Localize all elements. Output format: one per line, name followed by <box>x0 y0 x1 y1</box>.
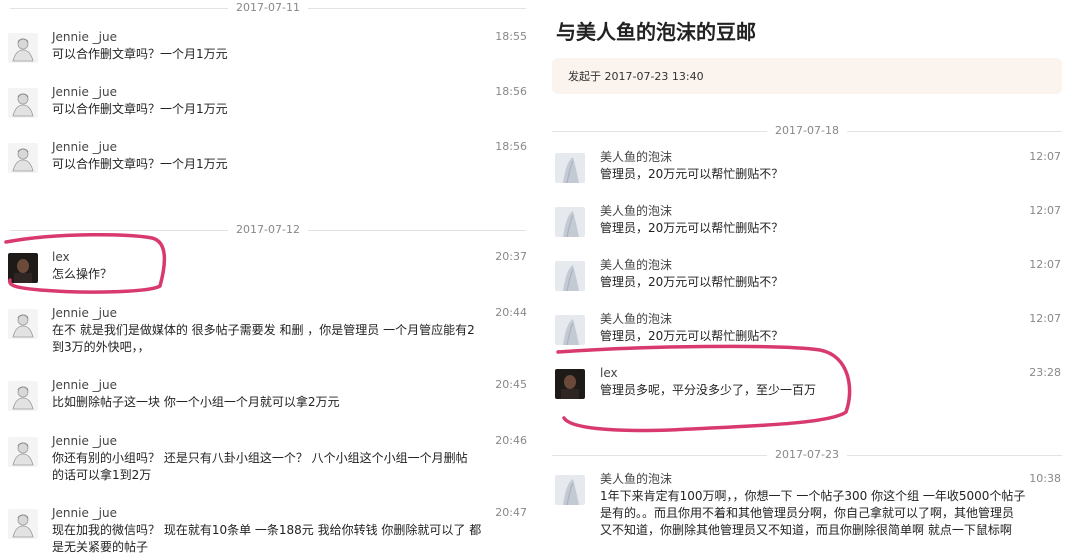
message-text-line: 是无关紧要的帖子 <box>52 540 149 553</box>
left-conversation-panel: 2017-07-11 Jennie _jue 18:55 可以合作删文章吗？一个月1万… <box>0 0 536 553</box>
user-avatar[interactable] <box>8 143 38 173</box>
message-text-line: 你还有别的小组吗？ 还是只有八卦小组这一个？ 八个小组这个小组一个月删帖 <box>52 451 468 465</box>
message-time: 20:45 <box>495 378 527 391</box>
message-time: 18:56 <box>495 140 527 153</box>
message-text-line: 可以合作删文章吗？一个月1万元 <box>52 102 228 116</box>
sender-name[interactable]: Jennie _jue <box>52 377 117 393</box>
started-time-text: 发起于 2017-07-23 13:40 <box>568 70 704 83</box>
sender-name[interactable]: Jennie _jue <box>52 84 117 100</box>
date-separator: 2017-07-11 <box>10 0 526 16</box>
message-text-line: 到3万的外快吧，， <box>52 340 150 354</box>
message-text-line: 是有的。。而且你用不着和其他管理员分啊，你自己拿就可以了啊，其他管理员 <box>600 506 1015 520</box>
date-label: 2017-07-18 <box>767 123 847 139</box>
sender-name[interactable]: Jennie _jue <box>52 305 117 321</box>
user-avatar[interactable] <box>555 207 585 237</box>
message-text-line: 在不 就是我们是做媒体的 很多帖子需要发 和删 ，你是管理员 一个月管应能有2 <box>52 323 475 337</box>
message-time: 23:28 <box>1029 366 1061 379</box>
message-time: 12:07 <box>1029 204 1061 217</box>
date-label: 2017-07-11 <box>228 0 308 16</box>
user-avatar[interactable] <box>8 309 38 339</box>
message-text-line: 管理员，20万元可以帮忙删贴不？ <box>600 329 784 343</box>
message-time: 12:07 <box>1029 258 1061 271</box>
sender-name[interactable]: 美人鱼的泡沫 <box>600 311 672 327</box>
message-time: 18:56 <box>495 85 527 98</box>
message-text-line: 怎么操作？ <box>52 267 113 281</box>
sender-name[interactable]: lex <box>600 365 618 381</box>
conversation-start-info: 发起于 2017-07-23 13:40 <box>552 58 1062 94</box>
user-avatar[interactable] <box>555 261 585 291</box>
message-time: 20:46 <box>495 434 527 447</box>
sender-name[interactable]: Jennie _jue <box>52 29 117 45</box>
user-avatar[interactable] <box>555 369 585 399</box>
message-time: 20:37 <box>495 250 527 263</box>
user-avatar[interactable] <box>555 153 585 183</box>
date-label: 2017-07-12 <box>228 222 308 238</box>
message-text-line: 管理员，20万元可以帮忙删贴不？ <box>600 275 784 289</box>
date-separator: 2017-07-23 <box>552 447 1062 463</box>
user-avatar[interactable] <box>555 475 585 505</box>
message-text-line: 比如删除帖子这一块 你一个小组一个月就可以拿2万元 <box>52 395 340 409</box>
user-avatar[interactable] <box>8 509 38 539</box>
sender-name[interactable]: 美人鱼的泡沫 <box>600 203 672 219</box>
sender-name[interactable]: 美人鱼的泡沫 <box>600 471 672 487</box>
message-time: 20:47 <box>495 506 527 519</box>
message-text-line: 1年下来肯定有100万啊，，你想一下 一个帖子300 你这个组 一年收5000个… <box>600 489 1026 503</box>
message-text-line: 管理员，20万元可以帮忙删贴不？ <box>600 221 784 235</box>
message-time: 18:55 <box>495 30 527 43</box>
user-avatar[interactable] <box>8 253 38 283</box>
message-time: 12:07 <box>1029 312 1061 325</box>
sender-name[interactable]: lex <box>52 249 70 265</box>
sender-name[interactable]: Jennie _jue <box>52 433 117 449</box>
message-text-line: 的话可以拿1到2万 <box>52 468 152 482</box>
date-separator: 2017-07-12 <box>10 222 526 238</box>
message-text-line: 管理员多呢，平分没多少了，至少一百万 <box>600 383 817 397</box>
sender-name[interactable]: 美人鱼的泡沫 <box>600 149 672 165</box>
message-text-line: 可以合作删文章吗？一个月1万元 <box>52 157 228 171</box>
message-text-line: 管理员，20万元可以帮忙删贴不？ <box>600 167 784 181</box>
message-time: 12:07 <box>1029 150 1061 163</box>
sender-name[interactable]: Jennie _jue <box>52 139 117 155</box>
user-avatar[interactable] <box>8 437 38 467</box>
user-avatar[interactable] <box>8 381 38 411</box>
message-time: 10:38 <box>1029 472 1061 485</box>
message-text-line: 又不知道，你删除其他管理员又不知道，而且你删除很简单啊 就点一下鼠标啊 <box>600 523 1012 537</box>
sender-name[interactable]: Jennie _jue <box>52 505 117 521</box>
message-time: 20:44 <box>495 306 527 319</box>
date-separator: 2017-07-18 <box>552 123 1062 139</box>
user-avatar[interactable] <box>555 315 585 345</box>
user-avatar[interactable] <box>8 33 38 63</box>
message-text-line: 可以合作删文章吗？一个月1万元 <box>52 47 228 61</box>
right-conversation-panel: 与美人鱼的泡沫的豆邮 发起于 2017-07-23 13:40 2017-07-… <box>540 0 1080 553</box>
date-label: 2017-07-23 <box>767 447 847 463</box>
conversation-title: 与美人鱼的泡沫的豆邮 <box>556 20 756 44</box>
user-avatar[interactable] <box>8 88 38 118</box>
message-text-line: 现在加我的微信吗？ 现在就有10条单 一条188元 我给你转钱 你删除就可以了 … <box>52 523 482 537</box>
sender-name[interactable]: 美人鱼的泡沫 <box>600 257 672 273</box>
